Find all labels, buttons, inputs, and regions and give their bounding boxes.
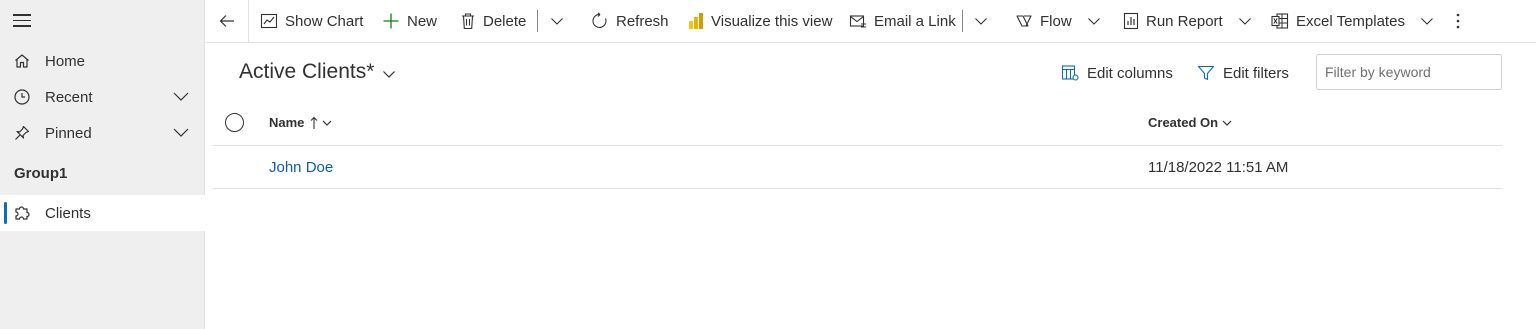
- flow-icon: [1016, 15, 1032, 27]
- excel-icon: [1271, 13, 1289, 29]
- show-chart-button[interactable]: Show Chart: [260, 0, 363, 42]
- chevron-down-icon: [1421, 18, 1433, 25]
- filter-keyword-input[interactable]: [1316, 54, 1502, 90]
- flow-button[interactable]: Flow: [1015, 0, 1101, 42]
- edit-filters-label: Edit filters: [1223, 64, 1289, 82]
- home-icon: [13, 52, 31, 70]
- column-header-label: Created On: [1148, 115, 1219, 130]
- select-all-checkbox[interactable]: [225, 113, 244, 132]
- refresh-button[interactable]: Refresh: [591, 0, 669, 42]
- chevron-down-icon[interactable]: [173, 126, 189, 145]
- hamburger-icon[interactable]: [13, 14, 31, 28]
- selected-indicator: [4, 202, 7, 224]
- sidebar-item-home[interactable]: Home: [0, 43, 205, 79]
- delete-label: Delete: [483, 12, 527, 30]
- sidebar-item-clients[interactable]: Clients: [0, 195, 205, 231]
- plus-icon: [383, 13, 399, 29]
- sidebar-item-label: Recent: [45, 88, 93, 106]
- column-header-name[interactable]: Name: [269, 115, 332, 130]
- sidebar-item-label: Clients: [45, 204, 91, 222]
- column-header-created-on[interactable]: Created On: [1148, 115, 1232, 130]
- divider: [962, 10, 963, 32]
- back-button[interactable]: [218, 0, 243, 42]
- flow-label: Flow: [1040, 12, 1072, 30]
- chevron-down-icon: [322, 120, 332, 126]
- show-chart-label: Show Chart: [285, 12, 364, 30]
- chevron-down-icon: [383, 70, 396, 78]
- chevron-down-icon: [1238, 18, 1251, 25]
- column-header-label: Name: [269, 115, 305, 130]
- chevron-down-icon: [1087, 18, 1100, 25]
- report-icon: [1123, 12, 1139, 30]
- chevron-down-icon: [551, 18, 563, 25]
- view-selector[interactable]: Active Clients*: [239, 60, 396, 84]
- email-link-icon: [849, 15, 866, 28]
- edit-filters-button[interactable]: Edit filters: [1197, 62, 1289, 84]
- new-button[interactable]: New: [382, 0, 437, 42]
- sidebar-group-title: Group1: [14, 165, 68, 182]
- sidebar-item-recent[interactable]: Recent: [0, 79, 205, 115]
- refresh-label: Refresh: [616, 12, 669, 30]
- run-report-button[interactable]: Run Report: [1123, 0, 1252, 42]
- trash-icon: [462, 13, 474, 30]
- table-row[interactable]: John Doe 11/18/2022 11:51 AM: [213, 147, 1502, 189]
- excel-templates-label: Excel Templates: [1296, 12, 1405, 30]
- sidebar-item-pinned[interactable]: Pinned: [0, 115, 205, 151]
- delete-button[interactable]: Delete: [460, 0, 526, 42]
- visualize-button[interactable]: Visualize this view: [688, 0, 832, 42]
- pin-icon: [13, 124, 31, 142]
- sidebar-item-label: Home: [45, 52, 86, 70]
- new-label: New: [407, 12, 438, 30]
- created-on-cell: 11/18/2022 11:51 AM: [1148, 159, 1289, 176]
- back-arrow-icon: [219, 15, 234, 27]
- command-bar: Show Chart New Delete Refresh Visualize …: [206, 0, 1536, 43]
- email-link-more-button[interactable]: [974, 0, 995, 42]
- excel-templates-button[interactable]: Excel Templates: [1271, 0, 1434, 42]
- clock-icon: [13, 88, 31, 106]
- edit-columns-icon: [1061, 65, 1079, 81]
- visualize-label: Visualize this view: [711, 12, 833, 30]
- power-bi-icon: [689, 13, 703, 29]
- chevron-down-icon: [1222, 120, 1232, 126]
- chart-icon: [260, 13, 278, 29]
- more-vertical-icon: [1456, 13, 1460, 29]
- sidebar: Home Recent Pinned Group1 Clients: [0, 0, 205, 329]
- delete-more-button[interactable]: [550, 0, 571, 42]
- sidebar-item-label: Pinned: [45, 124, 92, 142]
- edit-columns-label: Edit columns: [1087, 64, 1173, 82]
- edit-columns-button[interactable]: Edit columns: [1061, 62, 1173, 84]
- grid-header: Name Created On: [213, 101, 1502, 146]
- chevron-down-icon: [975, 18, 987, 25]
- run-report-label: Run Report: [1146, 12, 1223, 30]
- more-commands-button[interactable]: [1452, 0, 1471, 42]
- email-link-label: Email a Link: [874, 12, 956, 30]
- view-title: Active Clients*: [239, 60, 375, 83]
- divider: [248, 0, 249, 43]
- sort-ascending-icon: [311, 116, 318, 129]
- divider: [537, 10, 538, 32]
- refresh-icon: [592, 12, 607, 29]
- filter-icon: [1197, 65, 1215, 81]
- record-name-link[interactable]: John Doe: [269, 159, 333, 176]
- email-link-button[interactable]: Email a Link: [849, 0, 956, 42]
- puzzle-icon: [13, 204, 31, 222]
- chevron-down-icon[interactable]: [173, 90, 189, 109]
